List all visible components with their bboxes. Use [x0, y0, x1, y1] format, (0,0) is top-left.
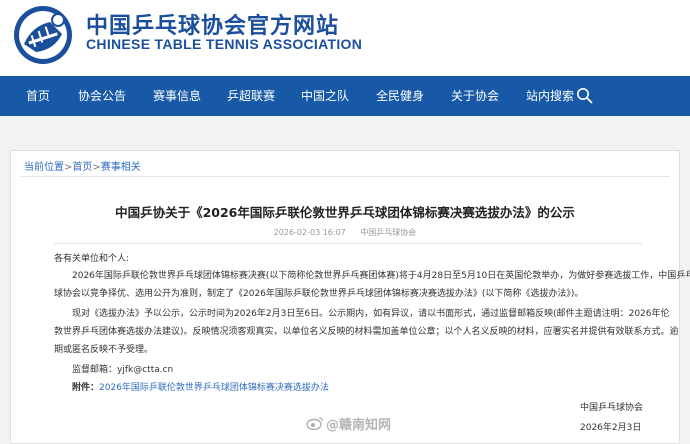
- article-paragraph-line: 期或匿名反映不予受理。: [54, 345, 154, 355]
- article-paragraph-line: 2026年国际乒联伦敦世界乒乓球团体锦标赛决赛(以下简称伦敦世界乒乓赛团体赛)将…: [72, 271, 690, 281]
- search-icon[interactable]: [576, 87, 593, 104]
- article-date: 2026-02-03 16:07: [273, 228, 346, 237]
- nav-item-super-league[interactable]: 乒超联赛: [227, 76, 275, 116]
- article-title: 中国乒协关于《2026年国际乒联伦敦世界乒乓球团体锦标赛决赛选拔办法》的公示: [115, 205, 575, 220]
- ctta-logo-icon[interactable]: [12, 4, 74, 66]
- watermark-text: @赣南知网: [326, 418, 392, 433]
- article-paragraph-line: 现对《选拔办法》予以公示，公示时间为2026年2月3日至6日。公示期内，如有异议…: [72, 309, 670, 319]
- email-line: 监督邮箱：yjfk@ctta.cn: [72, 362, 173, 379]
- article-meta: 2026-02-03 16:07 中国乒乓球协会: [0, 227, 690, 238]
- signature-date: 2026年2月3日: [580, 423, 642, 433]
- nav-item-home[interactable]: 首页: [26, 76, 50, 116]
- nav-item-announcements[interactable]: 协会公告: [78, 76, 126, 116]
- weibo-icon: [306, 417, 324, 430]
- signature-org: 中国乒乓球协会: [580, 403, 644, 413]
- nav-item-national-team[interactable]: 中国之队: [301, 76, 349, 116]
- site-header: 中国乒乓球协会官方网站 CHINESE TABLE TENNIS ASSOCIA…: [0, 0, 690, 76]
- nav-item-site-search[interactable]: 站内搜索: [526, 76, 574, 116]
- article-source: 中国乒乓球协会: [360, 228, 417, 237]
- email-address[interactable]: yjfk@ctta.cn: [117, 365, 173, 375]
- breadcrumb-home[interactable]: 首页: [72, 162, 92, 173]
- article-paragraph-line: 敦世界乒乓团体赛选拔办法建议)。反映情况须客观真实，以单位名义反映的材料需加盖单…: [54, 327, 679, 337]
- site-title-en: CHINESE TABLE TENNIS ASSOCIATION: [86, 36, 363, 52]
- nav-item-about[interactable]: 关于协会: [451, 76, 499, 116]
- nav-item-events[interactable]: 赛事信息: [153, 76, 201, 116]
- breadcrumb: 当前位置>首页>赛事相关: [24, 158, 141, 173]
- email-label: 监督邮箱：: [72, 365, 118, 375]
- main-nav: 首页 协会公告 赛事信息 乒超联赛 中国之队 全民健身 关于协会 站内搜索: [0, 76, 690, 116]
- nav-item-fitness[interactable]: 全民健身: [376, 76, 424, 116]
- breadcrumb-separator: >: [92, 162, 101, 173]
- attachment-label: 附件：: [72, 383, 100, 393]
- article-paragraph-line: 球协会以竞争择优、选用公开为准则，制定了《2026年国际乒联伦敦世界乒乓球团体锦…: [54, 289, 584, 299]
- attachment-link[interactable]: 2026年国际乒联伦敦世界乒乓球团体锦标赛决赛选拔办法: [99, 383, 329, 393]
- attachment-line: 附件：2026年国际乒联伦敦世界乒乓球团体锦标赛决赛选拔办法: [72, 380, 329, 397]
- article-greeting: 各有关单位和个人:: [54, 254, 130, 264]
- meta-divider: [54, 243, 642, 244]
- breadcrumb-divider: [20, 176, 670, 177]
- breadcrumb-current-position: 当前位置: [24, 162, 64, 173]
- breadcrumb-events[interactable]: 赛事相关: [101, 162, 141, 173]
